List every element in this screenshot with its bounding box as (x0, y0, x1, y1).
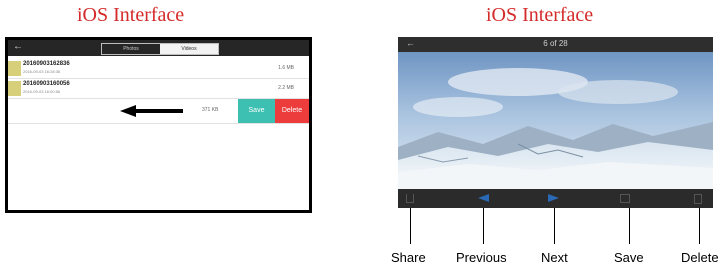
delete-icon[interactable] (694, 194, 702, 204)
video-thumbnail (8, 81, 21, 96)
top-bar: ← Photos Videos (8, 40, 309, 56)
file-date: 2016-09-03 16:00:56 (23, 89, 61, 94)
back-arrow-icon[interactable]: ← (13, 41, 23, 52)
save-button[interactable]: Save (238, 99, 275, 123)
media-viewer-screen: ← 6 of 28 (398, 37, 713, 208)
list-item[interactable]: 20160903162836 2016-09-03 16:28:36 1.6 M… (8, 59, 309, 79)
swipe-arrow-icon (120, 105, 136, 117)
caption-right: iOS Interface (486, 4, 594, 26)
video-thumbnail (8, 61, 21, 76)
callout-line-next (554, 208, 555, 244)
photo-view[interactable] (398, 52, 713, 189)
delete-button[interactable]: Delete (275, 99, 309, 123)
label-next: Next (541, 250, 568, 265)
previous-icon[interactable] (478, 194, 489, 202)
share-icon[interactable] (406, 194, 414, 203)
file-date: 2016-09-03 16:28:36 (23, 69, 61, 74)
top-bar: ← 6 of 28 (398, 37, 713, 52)
callout-line-share (410, 208, 411, 244)
file-list-screen: ← Photos Videos 20160903162836 2016-09-0… (5, 37, 312, 213)
file-size: 1.6 MB (278, 65, 294, 71)
next-icon[interactable] (548, 194, 559, 202)
caption-left: iOS Interface (77, 4, 185, 26)
file-name: 20160903160056 (23, 81, 70, 87)
file-size: 2.2 MB (278, 85, 294, 91)
save-icon[interactable] (620, 194, 630, 203)
label-delete: Delete (681, 250, 719, 265)
callout-line-delete (699, 208, 700, 244)
page-counter: 6 of 28 (543, 39, 568, 48)
label-save: Save (614, 250, 644, 265)
list-item[interactable]: 20160903160056 2016-09-03 16:00:56 2.2 M… (8, 79, 309, 99)
bottom-toolbar (398, 189, 713, 208)
file-name: 20160903162836 (23, 61, 70, 67)
swipe-arrow-shaft (135, 109, 183, 113)
callout-line-previous (483, 208, 484, 244)
callout-line-save (629, 208, 630, 244)
label-previous: Previous (456, 250, 507, 265)
tab-videos[interactable]: Videos (160, 44, 218, 54)
label-share: Share (391, 250, 426, 265)
swiped-list-item[interactable]: 371 KB Save Delete (8, 99, 309, 124)
file-size: 371 KB (202, 107, 219, 113)
tab-photos[interactable]: Photos (102, 44, 160, 54)
segmented-control: Photos Videos (101, 43, 219, 55)
